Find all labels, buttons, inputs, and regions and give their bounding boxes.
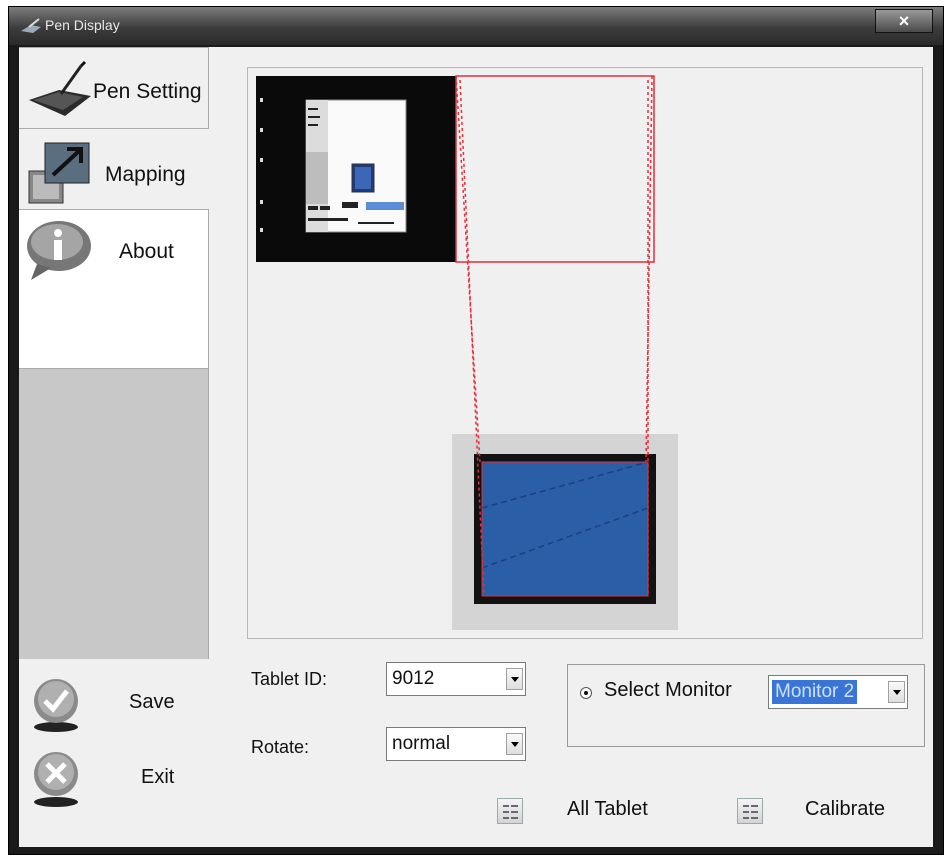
pen-tablet-icon: [21, 18, 41, 33]
mapping-preview: [247, 67, 923, 639]
info-bubble-icon: [27, 221, 91, 280]
all-tablet-label: All Tablet: [567, 798, 648, 820]
title-bar[interactable]: Pen Display ×: [9, 7, 943, 45]
rotate-select[interactable]: normal: [386, 727, 526, 761]
monitor-group: Select Monitor Monitor 2: [567, 664, 925, 747]
monitor-2-outline: [455, 75, 655, 263]
mapping-diagram: [256, 75, 678, 630]
monitor-select[interactable]: Monitor 2: [768, 675, 908, 709]
sidebar-item-label: About: [119, 240, 174, 263]
chevron-down-icon[interactable]: [506, 733, 523, 755]
checklist-icon: [737, 798, 763, 824]
pen-display-window: Pen Display × Pen Setting Mapping About …: [8, 6, 944, 855]
sidebar-item-pen-setting[interactable]: Pen Setting: [19, 47, 209, 129]
x-circle-icon: [34, 752, 78, 807]
sidebar-item-mapping[interactable]: Mapping: [19, 133, 209, 209]
exit-label: Exit: [141, 766, 175, 788]
sidebar-item-label: Pen Setting: [93, 80, 202, 103]
calibrate-label: Calibrate: [805, 798, 886, 820]
all-tablet-button[interactable]: All Tablet: [497, 792, 667, 832]
checklist-icon: [497, 798, 523, 824]
tablet-id-label: Tablet ID:: [251, 669, 328, 689]
tablet-id-value: 9012: [392, 668, 435, 689]
monitor-selected-value: Monitor 2: [772, 680, 858, 704]
monitor-1-thumbnail: [256, 76, 456, 262]
calibrate-button[interactable]: Calibrate: [737, 792, 917, 832]
chevron-down-icon[interactable]: [506, 668, 523, 690]
close-button[interactable]: ×: [875, 9, 933, 33]
sidebar-item-label: Mapping: [105, 163, 186, 186]
checkmark-circle-icon: [34, 679, 78, 732]
rotate-value: normal: [392, 733, 451, 754]
mapping-arrow-icon: [28, 142, 90, 204]
sidebar: Pen Setting Mapping About: [19, 47, 209, 659]
client-area: Pen Setting Mapping About Save Exit Tabl…: [19, 47, 933, 847]
chevron-down-icon[interactable]: [888, 681, 905, 703]
pen-tablet-icon: [29, 60, 91, 116]
sidebar-item-about[interactable]: About: [19, 209, 209, 369]
save-button[interactable]: Save: [19, 669, 209, 739]
window-title: Pen Display: [45, 17, 120, 33]
select-monitor-label[interactable]: Select Monitor: [604, 679, 732, 702]
select-monitor-radio[interactable]: [580, 687, 592, 699]
sidebar-empty-panel: [19, 369, 209, 659]
save-label: Save: [129, 691, 175, 713]
tablet-id-select[interactable]: 9012: [386, 662, 526, 696]
exit-button[interactable]: Exit: [19, 742, 209, 812]
rotate-label: Rotate:: [251, 737, 310, 757]
